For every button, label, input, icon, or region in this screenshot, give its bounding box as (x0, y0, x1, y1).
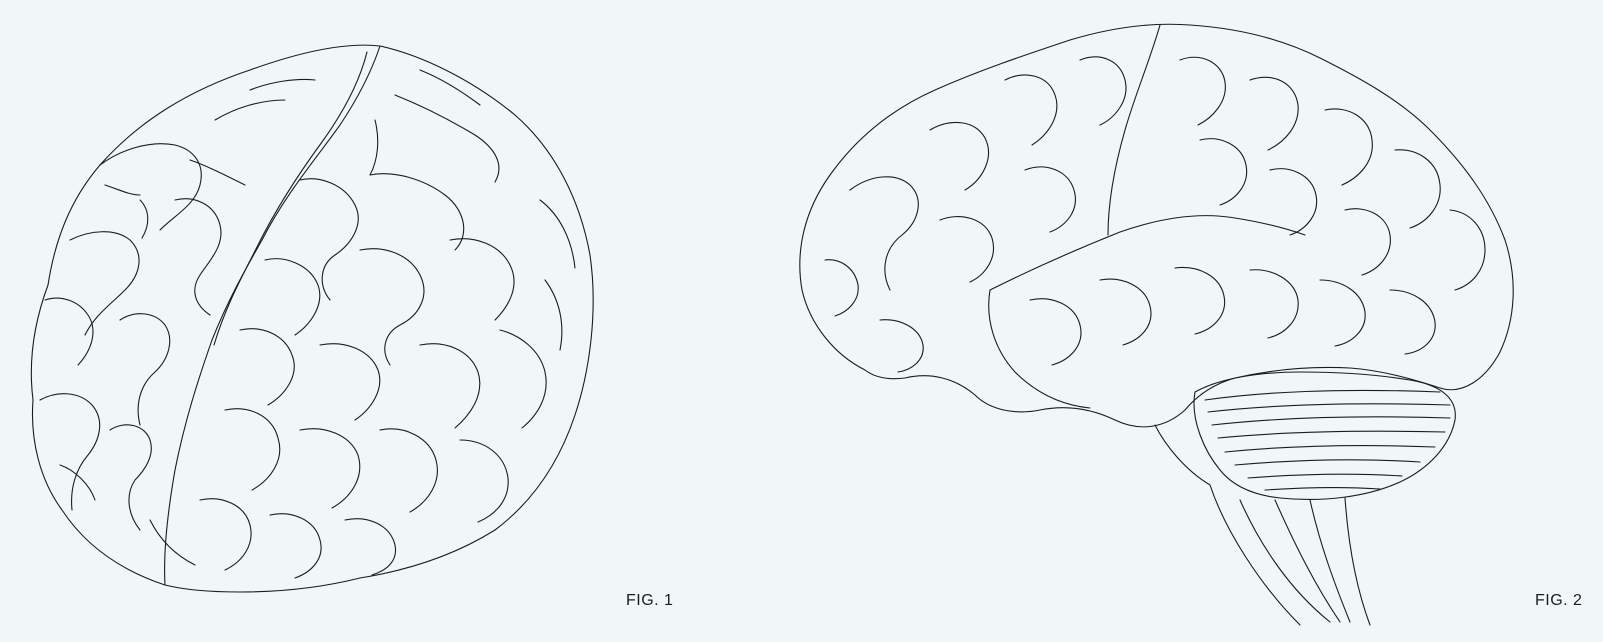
brain-side-view-illustration (799, 23, 1514, 626)
gyrus (394, 94, 500, 183)
gyrus (69, 231, 140, 336)
gyrus (1394, 149, 1441, 229)
gyrus (824, 259, 859, 317)
gyrus (214, 99, 286, 121)
brainstem-fiber (1274, 499, 1341, 623)
gyrus (1324, 108, 1373, 186)
gyrus (264, 258, 321, 336)
gyrus (1249, 269, 1299, 339)
gyrus (419, 69, 481, 106)
gyrus (149, 519, 196, 566)
gyrus (189, 159, 246, 186)
gyrus (449, 238, 515, 321)
gyrus (939, 216, 994, 283)
gyrus (1174, 266, 1226, 335)
gyrus (849, 176, 919, 291)
temporal-lobe (988, 289, 1091, 409)
gyrus (419, 343, 481, 429)
gyrus (344, 518, 397, 576)
cerebellum-folia (1207, 403, 1451, 413)
gyrus (1389, 289, 1436, 355)
brainstem-fiber (1309, 499, 1351, 623)
figure-label: FIG. 1 (626, 592, 674, 609)
gyrus (224, 408, 281, 491)
gyrus (199, 498, 252, 571)
gyrus (379, 428, 438, 513)
cerebellum-folia (1234, 459, 1421, 466)
gyrus (359, 248, 425, 366)
fissure-inner (213, 51, 368, 346)
cerebellum-folia (1204, 389, 1441, 401)
gyrus (1199, 138, 1248, 206)
figure-label: FIG. 2 (1535, 592, 1583, 609)
gyrus (459, 439, 509, 523)
gyrus (44, 297, 94, 366)
cerebrum-outline (799, 23, 1514, 428)
cerebellum-folia (1211, 416, 1451, 426)
brainstem-front (1154, 424, 1301, 626)
figure-2: FIG. 2 (790, 0, 1603, 642)
gyrus (249, 78, 316, 91)
gyrus (1179, 56, 1226, 126)
cerebellum-folia (1224, 445, 1436, 453)
gyrus (544, 279, 563, 351)
gyrus (369, 173, 465, 251)
gyrus (1249, 76, 1299, 151)
gyrus (119, 313, 171, 426)
cerebellum-folia (1247, 473, 1403, 479)
lateral-fissure (989, 215, 1306, 291)
gyrus (539, 199, 576, 269)
gyrus (39, 393, 101, 511)
gyrus (109, 424, 152, 531)
brainstem-fiber (1239, 499, 1331, 623)
gyrus (499, 329, 547, 429)
gyrus (1024, 166, 1076, 233)
gyrus (1344, 208, 1391, 276)
gyrus (929, 121, 990, 191)
brain-top-view-illustration (30, 44, 594, 593)
gyrus (299, 428, 361, 509)
gyrus (299, 178, 359, 301)
gyrus (239, 328, 295, 406)
gyrus (369, 119, 379, 176)
gyrus (319, 343, 381, 421)
central-sulcus (1107, 24, 1161, 236)
cerebellum-folia (1217, 430, 1446, 439)
gyrus (879, 319, 924, 373)
figure-1: FIG. 1 (0, 0, 700, 642)
gyrus (174, 198, 222, 316)
gyrus (99, 143, 202, 231)
longitudinal-fissure (164, 45, 381, 586)
brainstem-back (1344, 497, 1371, 626)
gyrus (104, 184, 141, 196)
gyrus (1079, 56, 1127, 126)
gyrus (1099, 278, 1152, 346)
gyrus (1029, 298, 1082, 366)
gyrus (139, 199, 149, 239)
gyrus (1269, 168, 1318, 236)
gyrus (1004, 74, 1058, 146)
cerebellum-folia (1264, 487, 1381, 491)
gyrus (269, 513, 322, 579)
gyrus (1449, 209, 1486, 291)
gyrus (1319, 279, 1366, 347)
